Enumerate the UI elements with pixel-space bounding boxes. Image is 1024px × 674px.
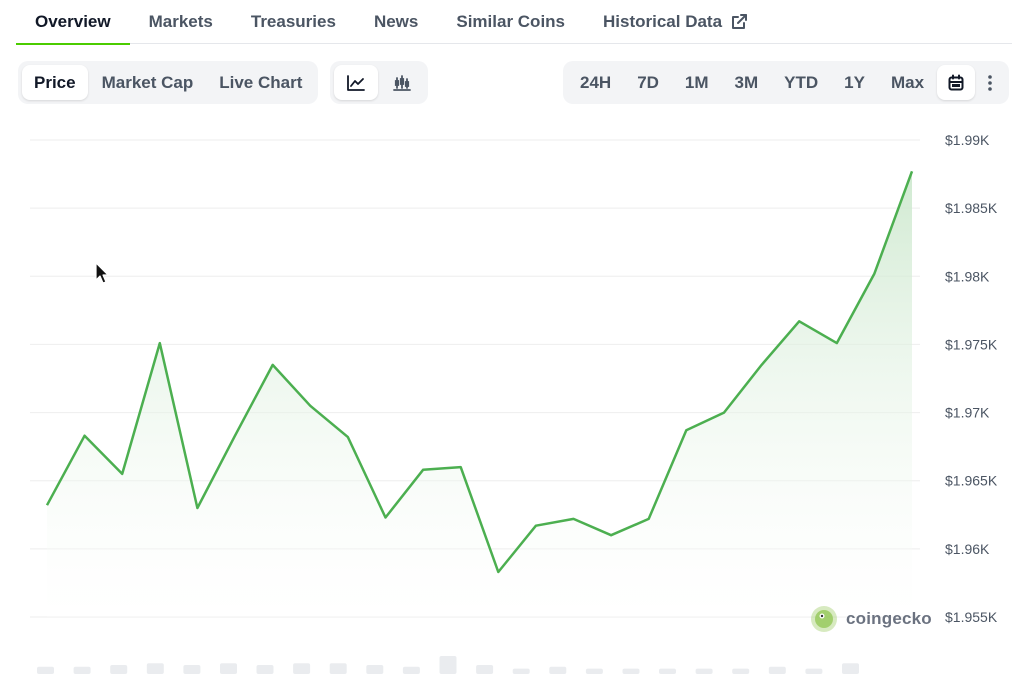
- volume-bar: [622, 668, 640, 674]
- y-tick-label: $1.985K: [945, 200, 998, 216]
- volume-bar: [805, 668, 823, 674]
- more-vertical-button[interactable]: [975, 65, 1005, 100]
- volume-bar: [110, 665, 128, 674]
- chart-type-toggle: [330, 61, 428, 104]
- tab-markets[interactable]: Markets: [130, 0, 232, 44]
- tab-historical-data[interactable]: Historical Data: [584, 0, 767, 44]
- price-chart-svg: $1.99K $1.985K $1.98K $1.975K $1.97K $1.965K $…: [30, 132, 998, 674]
- y-tick-label: $1.96K: [945, 541, 990, 557]
- volume-bar: [402, 666, 420, 674]
- market-cap-button[interactable]: Market Cap: [90, 65, 206, 100]
- tab-similar-coins[interactable]: Similar Coins: [437, 0, 584, 44]
- coingecko-logo-icon: [811, 606, 837, 632]
- volume-bar: [439, 656, 457, 674]
- volume-bar: [37, 666, 54, 674]
- mouse-cursor-icon: [95, 262, 109, 284]
- more-vertical-icon: [987, 74, 993, 92]
- candlestick-chart-icon: [392, 74, 412, 92]
- external-link-icon: [730, 13, 748, 31]
- range-7d-button[interactable]: 7D: [624, 65, 672, 100]
- price-chart[interactable]: $1.99K $1.985K $1.98K $1.975K $1.97K $1.965K $…: [0, 110, 1024, 674]
- volume-bar: [256, 665, 274, 674]
- price-area: [47, 171, 912, 618]
- candlestick-chart-button[interactable]: [380, 65, 424, 100]
- tab-label: Overview: [35, 12, 111, 31]
- tab-label: Similar Coins: [456, 12, 565, 31]
- y-tick-label: $1.97K: [945, 405, 990, 421]
- y-tick-label: $1.99K: [945, 132, 990, 148]
- volume-bar: [329, 663, 347, 674]
- volume-bar: [842, 663, 859, 674]
- volume-bar: [476, 665, 494, 674]
- range-24h-button[interactable]: 24H: [567, 65, 624, 100]
- range-toggle: 24H 7D 1M 3M YTD 1Y Max: [563, 61, 1010, 104]
- volume-bar: [293, 663, 311, 674]
- volume-bar: [768, 666, 786, 674]
- calendar-icon: [947, 74, 965, 92]
- tab-overview[interactable]: Overview: [16, 0, 130, 45]
- range-1m-button[interactable]: 1M: [672, 65, 722, 100]
- range-max-button[interactable]: Max: [878, 65, 937, 100]
- y-tick-label: $1.955K: [945, 609, 998, 625]
- tab-news[interactable]: News: [355, 0, 437, 44]
- volume-bar: [732, 668, 750, 674]
- volume-bar: [549, 666, 567, 674]
- volume-bar: [366, 665, 384, 674]
- volume-bar: [73, 666, 91, 674]
- y-tick-label: $1.98K: [945, 268, 990, 284]
- line-chart-button[interactable]: [334, 65, 378, 100]
- metric-toggle: Price Market Cap Live Chart: [18, 61, 319, 104]
- calendar-button[interactable]: [937, 65, 976, 100]
- tab-label: Historical Data: [603, 12, 723, 31]
- price-button[interactable]: Price: [22, 65, 88, 100]
- range-1y-button[interactable]: 1Y: [831, 65, 878, 100]
- volume-bar: [585, 668, 603, 674]
- line-chart-icon: [346, 74, 366, 92]
- tab-label: Treasuries: [250, 12, 336, 31]
- y-tick-label: $1.965K: [945, 473, 998, 489]
- watermark-text: coingecko: [846, 609, 932, 628]
- y-tick-label: $1.975K: [945, 336, 998, 352]
- volume-bar: [695, 668, 713, 674]
- volume-bar: [659, 668, 676, 674]
- coingecko-watermark: coingecko: [810, 605, 932, 633]
- volume-bar: [512, 668, 530, 674]
- volume-bar: [183, 665, 201, 674]
- tab-label: News: [373, 12, 419, 31]
- volume-bar: [220, 663, 237, 674]
- section-tabs: Overview Markets Treasuries News Similar Coi…: [16, 0, 1012, 45]
- tab-label: Markets: [148, 12, 213, 31]
- volume-bar: [146, 663, 164, 674]
- live-chart-button[interactable]: Live Chart: [207, 65, 314, 100]
- tab-treasuries[interactable]: Treasuries: [232, 0, 355, 44]
- range-ytd-button[interactable]: YTD: [771, 65, 831, 100]
- range-3m-button[interactable]: 3M: [722, 65, 772, 100]
